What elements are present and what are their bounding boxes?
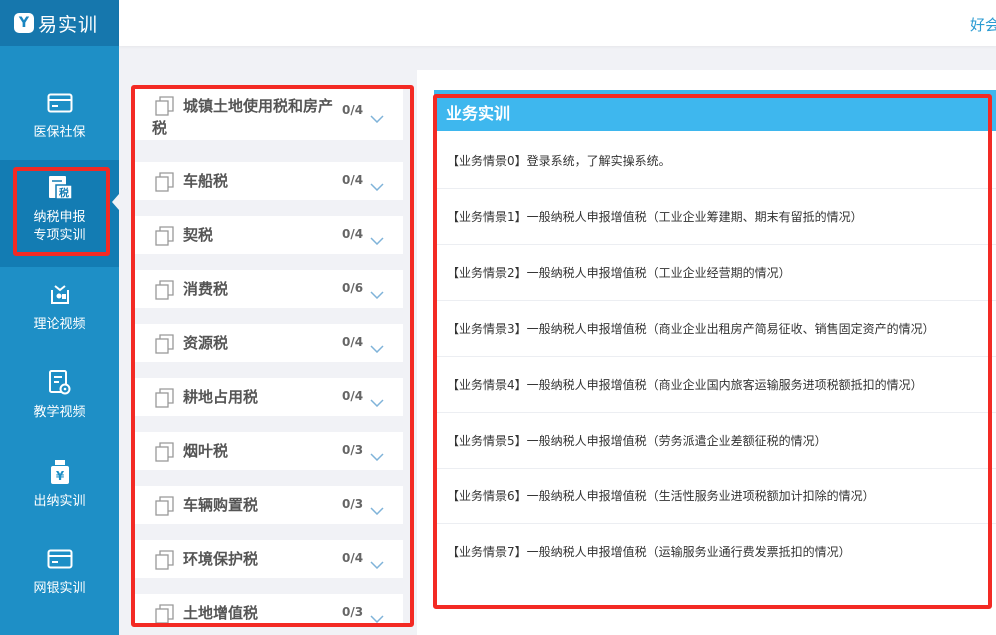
yen-bag-icon: ¥ <box>47 460 73 484</box>
card-icon <box>47 91 73 115</box>
sidebar-item-theory-video[interactable]: 理论视频 <box>0 283 119 343</box>
sidebar-item-label: 网银实训 <box>33 581 86 596</box>
document-gear-icon <box>47 370 73 395</box>
sidebar-item-online-banking[interactable]: 网银实训 <box>0 547 119 607</box>
app-logo[interactable]: Y 易实训 <box>0 0 119 46</box>
sidebar-item-teaching-video[interactable]: 教学视频 <box>0 370 119 431</box>
video-book-icon <box>47 283 73 307</box>
sidebar-item-label: 医保社保 <box>33 125 86 140</box>
highlight-box-sidebar <box>13 167 110 256</box>
card-icon <box>47 547 73 571</box>
svg-text:¥: ¥ <box>55 469 64 483</box>
highlight-box-panel <box>433 94 992 609</box>
top-header: 好会 <box>119 0 996 46</box>
highlight-box-tax-list <box>131 85 414 627</box>
sidebar-item-label: 出纳实训 <box>33 494 86 509</box>
user-name[interactable]: 好会 <box>970 14 996 35</box>
sidebar: Y 易实训 医保社保 税 纳税申报 专项实训 理论视频 教学视频 ¥ 出纳实训 <box>0 0 119 635</box>
logo-icon: Y <box>14 13 34 33</box>
sidebar-item-label: 理论视频 <box>33 317 86 332</box>
sidebar-item-medical-insurance[interactable]: 医保社保 <box>0 91 119 151</box>
sidebar-item-label: 教学视频 <box>33 405 86 420</box>
app-name: 易实训 <box>38 13 99 36</box>
sidebar-item-cashier[interactable]: ¥ 出纳实训 <box>0 460 119 520</box>
